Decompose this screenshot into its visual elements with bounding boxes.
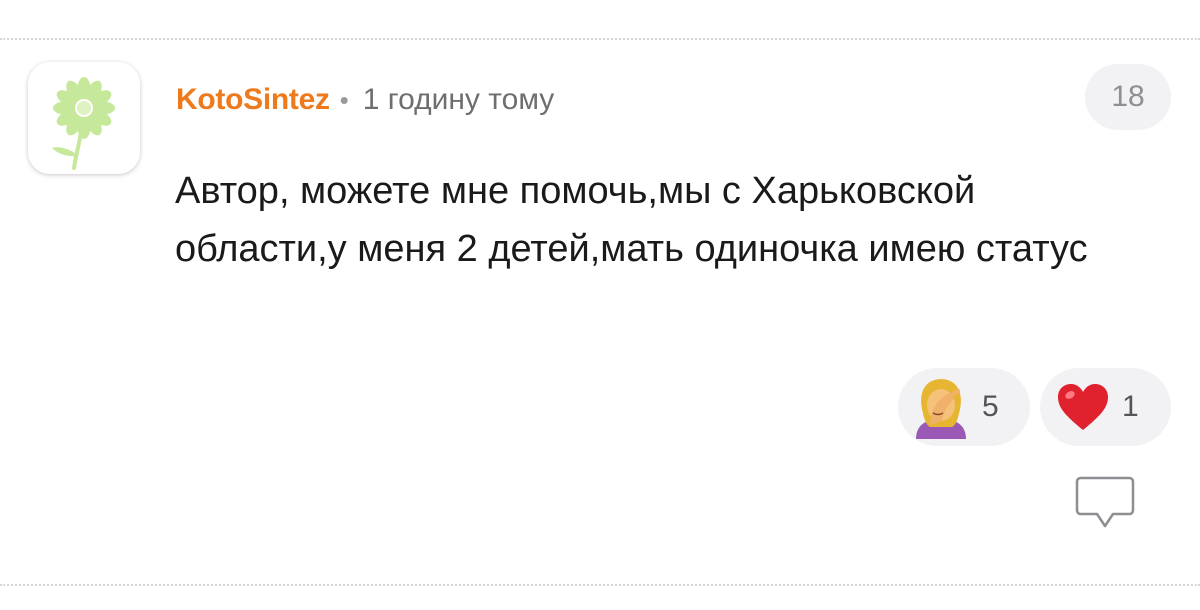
flower-icon [52,77,115,170]
comment-score[interactable]: 18 [1085,64,1171,130]
avatar[interactable] [28,62,140,174]
comment-card: KotoSintez • 1 годину тому 18 Автор, мож… [0,0,1200,610]
bottom-divider [0,584,1200,586]
separator-dot: • [339,84,349,115]
facepalm-emoji-icon [916,379,966,439]
reply-button[interactable] [1075,476,1135,530]
top-divider [0,38,1200,40]
reaction-heart[interactable]: 1 [1040,368,1171,446]
reaction-facepalm[interactable]: 5 [898,368,1030,446]
timestamp: 1 годину тому [362,83,555,116]
reaction-facepalm-count: 5 [982,390,999,423]
comment-text: Автор, можете мне помочь,мы с Харьковско… [175,170,1088,270]
comment-header: KotoSintez • 1 годину тому [176,78,554,122]
reaction-heart-count: 1 [1122,390,1139,423]
author-name[interactable]: KotoSintez [176,83,330,117]
speech-bubble-icon [1075,476,1135,528]
heart-emoji-icon [1058,384,1108,430]
